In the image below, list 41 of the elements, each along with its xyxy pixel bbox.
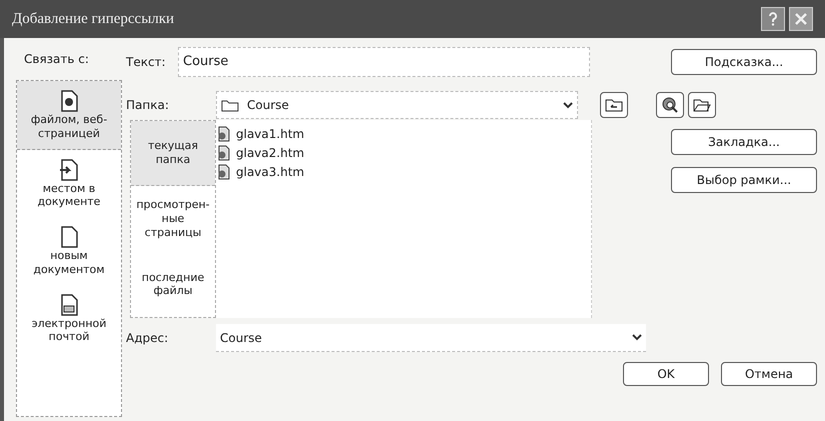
browse-web-button[interactable] <box>656 92 684 118</box>
view-item[interactable]: просмотрен-ные страницы <box>131 186 215 252</box>
open-folder-icon <box>693 98 711 112</box>
bookmark-button[interactable]: Закладка... <box>671 129 817 155</box>
address-label: Адрес: <box>126 330 170 347</box>
chevron-icon <box>632 334 642 341</box>
globe-search-icon <box>661 96 679 114</box>
folder-dropdown[interactable]: Course <box>216 91 578 119</box>
close-icon <box>795 13 807 25</box>
web-file-icon <box>216 144 232 160</box>
address-dropdown[interactable]: Course <box>216 324 646 352</box>
file-item[interactable]: glava2.htm <box>216 143 591 162</box>
cancel-button[interactable]: Отмена <box>721 362 817 386</box>
view-item[interactable]: последние файлы <box>131 252 215 317</box>
folder-up-icon <box>605 98 623 112</box>
address-value: Course <box>220 330 262 346</box>
help-button[interactable] <box>761 7 785 31</box>
view-item[interactable]: текущая папка <box>131 121 215 186</box>
target-frame-button[interactable]: Выбор рамки... <box>671 167 817 193</box>
text-label: Текст: <box>126 54 167 71</box>
window-title: Добавление гиперссылки <box>12 10 174 29</box>
link-type-item[interactable]: местом в документе <box>17 150 121 217</box>
web-file-icon <box>216 164 232 180</box>
file-item[interactable]: glava1.htm <box>216 124 591 143</box>
up-folder-button[interactable] <box>600 92 628 118</box>
link-type-item[interactable]: файлом, веб-страницей <box>17 81 121 150</box>
file-item[interactable]: glava3.htm <box>216 162 591 181</box>
browse-file-button[interactable] <box>688 92 716 118</box>
help-icon <box>767 12 779 26</box>
hint-button[interactable]: Подсказка... <box>671 49 817 75</box>
ok-button[interactable]: OK <box>623 362 709 386</box>
link-type-item[interactable]: новым документом <box>17 217 121 284</box>
link-type-item[interactable]: электронной почтой <box>17 284 121 352</box>
chevron-icon <box>563 102 573 108</box>
folder-label: Папка: <box>126 97 170 114</box>
link-to-label: Связать с: <box>23 51 90 68</box>
folder-value: Course <box>247 97 289 114</box>
document-place-icon <box>58 158 80 182</box>
text-field[interactable]: Course <box>178 47 590 77</box>
folder-icon <box>221 98 239 112</box>
web-file-icon <box>216 126 232 142</box>
